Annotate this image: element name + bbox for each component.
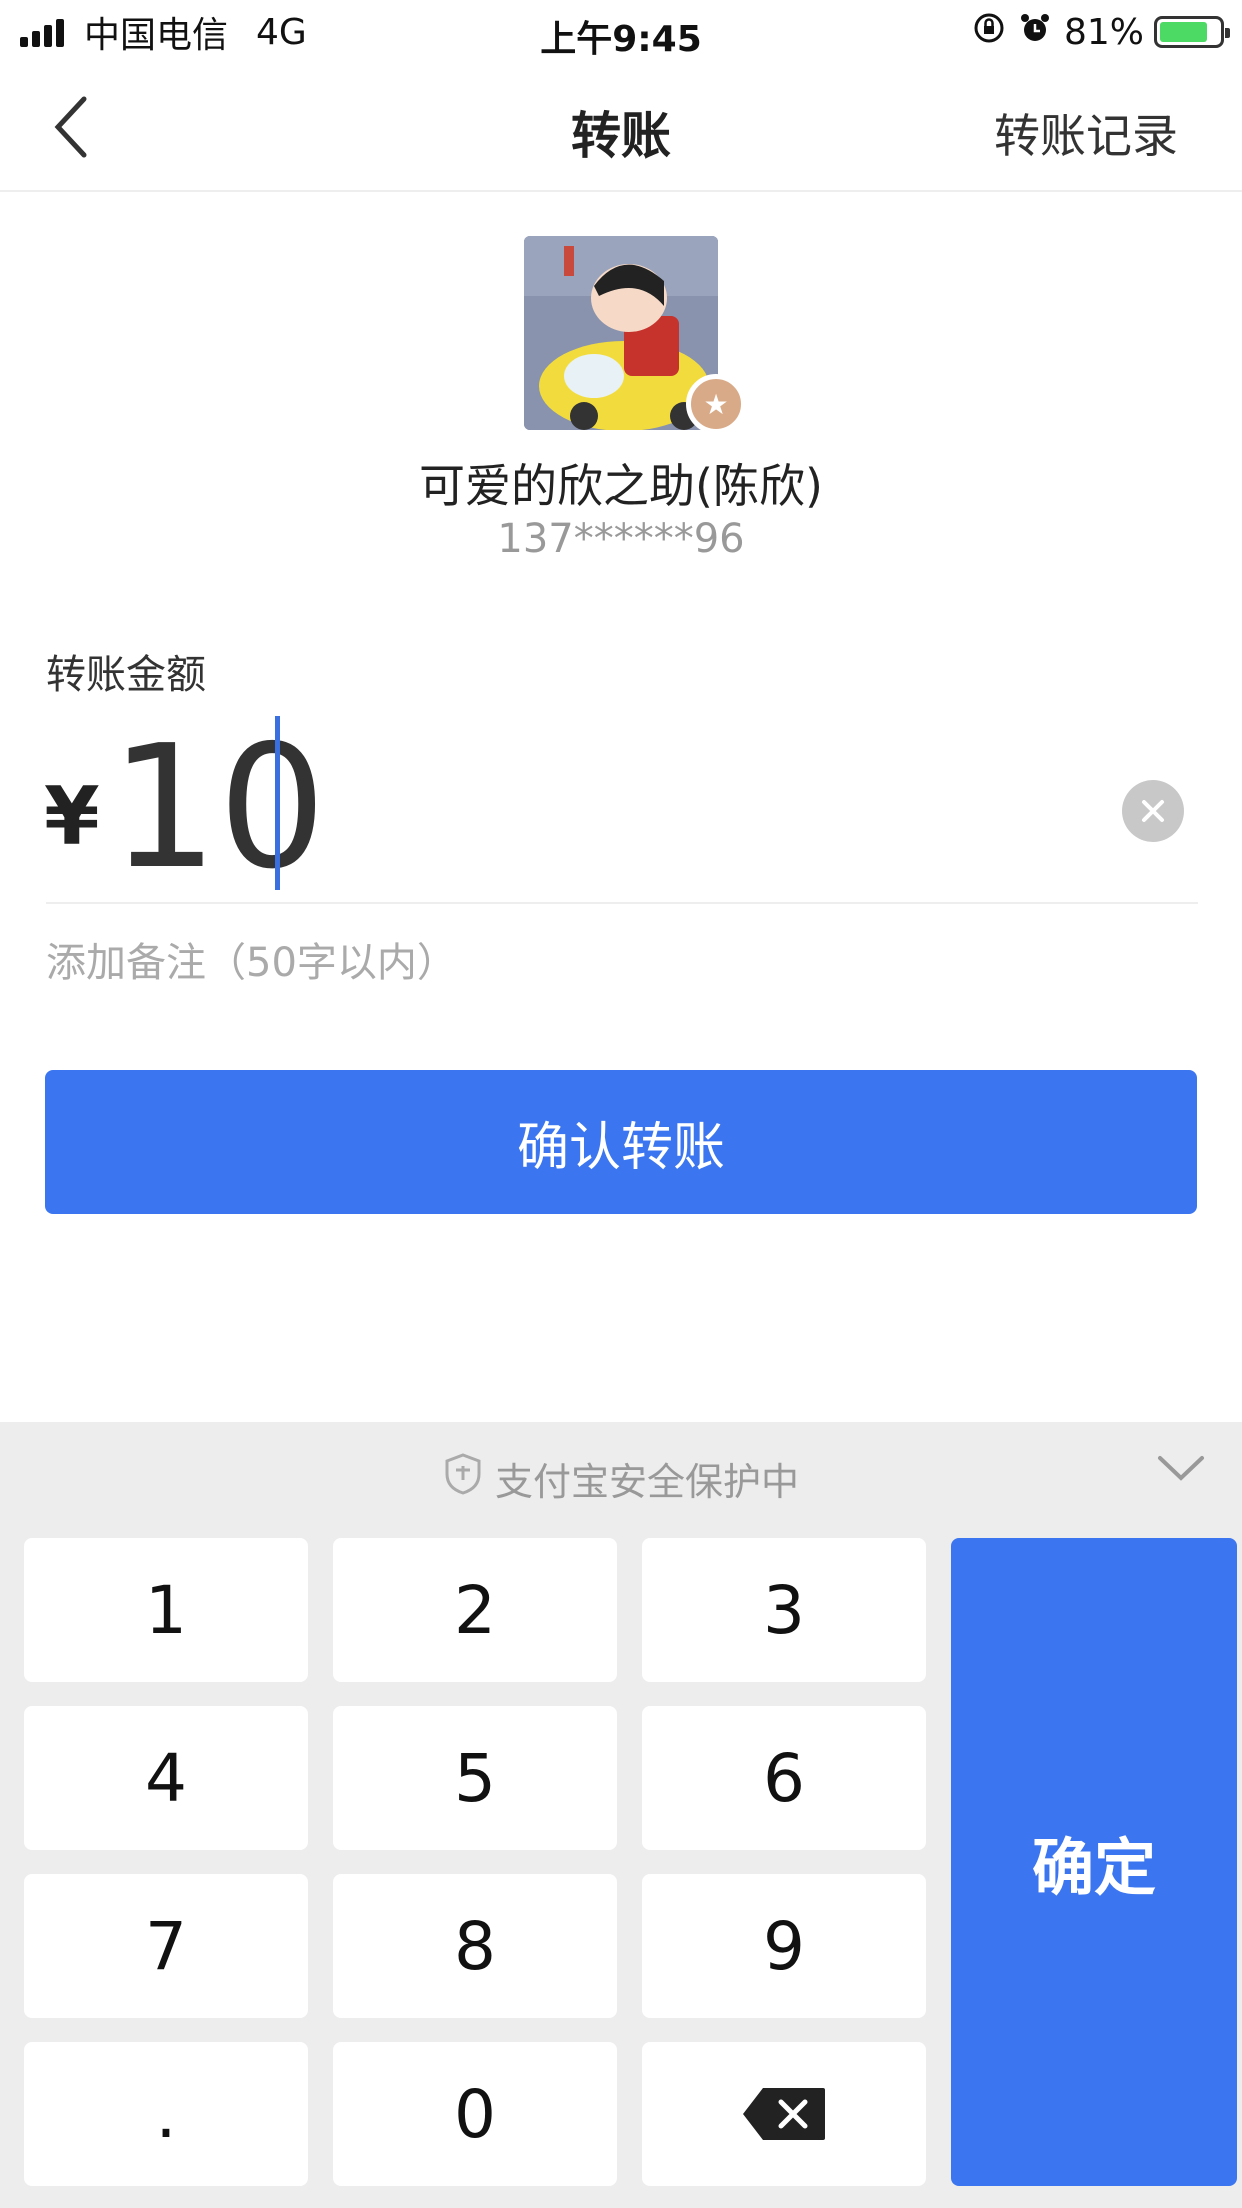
key-6[interactable]: 6 [642,1706,926,1850]
orientation-lock-icon [972,11,1006,53]
keyboard-security-banner: 支付宝安全保护中 [0,1422,1242,1534]
backspace-icon [743,2088,825,2140]
key-0[interactable]: 0 [333,2042,617,2186]
amount-input[interactable]: 10 [110,718,326,898]
backspace-button[interactable] [642,2042,926,2186]
remark-input[interactable]: 添加备注（50字以内） [46,930,457,988]
amount-divider [46,902,1198,904]
battery-fill [1160,22,1207,42]
shield-icon [443,1452,483,1505]
security-text: 支付宝安全保护中 [494,1459,799,1504]
payee-star-badge-icon: ★ [686,374,746,434]
currency-symbol: ¥ [44,770,100,863]
battery-icon [1154,16,1230,48]
collapse-keyboard-button[interactable] [1156,1452,1216,1502]
battery-percent: 81% [1063,11,1144,53]
key-decimal[interactable]: . [24,2042,308,2186]
amount-label: 转账金额 [46,652,206,698]
key-7[interactable]: 7 [24,1874,308,2018]
keyboard-confirm-button[interactable]: 确定 [951,1538,1237,2186]
payee-phone: 137******96 [497,516,745,562]
key-5[interactable]: 5 [333,1706,617,1850]
key-8[interactable]: 8 [333,1874,617,2018]
key-1[interactable]: 1 [24,1538,308,1682]
clear-amount-button[interactable] [1122,780,1184,842]
battery-tip [1225,28,1230,38]
transfer-history-link[interactable]: 转账记录 [994,100,1178,166]
numeric-keyboard: 支付宝安全保护中 1 2 3 4 5 6 7 8 9 . 0 确定 [0,1422,1242,2208]
key-4[interactable]: 4 [24,1706,308,1850]
close-icon [1142,800,1164,822]
chevron-down-icon [1158,1456,1204,1481]
text-cursor [275,716,280,890]
status-bar: 中国电信 4G 上午9:45 81% [0,0,1242,62]
confirm-transfer-button[interactable]: 确认转账 [45,1070,1197,1214]
alarm-icon [1018,11,1052,53]
key-9[interactable]: 9 [642,1874,926,2018]
key-2[interactable]: 2 [333,1538,617,1682]
payee-name: 可爱的欣之助(陈欣) [419,459,823,513]
nav-bar: 转账 转账记录 [0,62,1242,192]
status-bar-right: 81% [972,10,1230,54]
key-3[interactable]: 3 [642,1538,926,1682]
